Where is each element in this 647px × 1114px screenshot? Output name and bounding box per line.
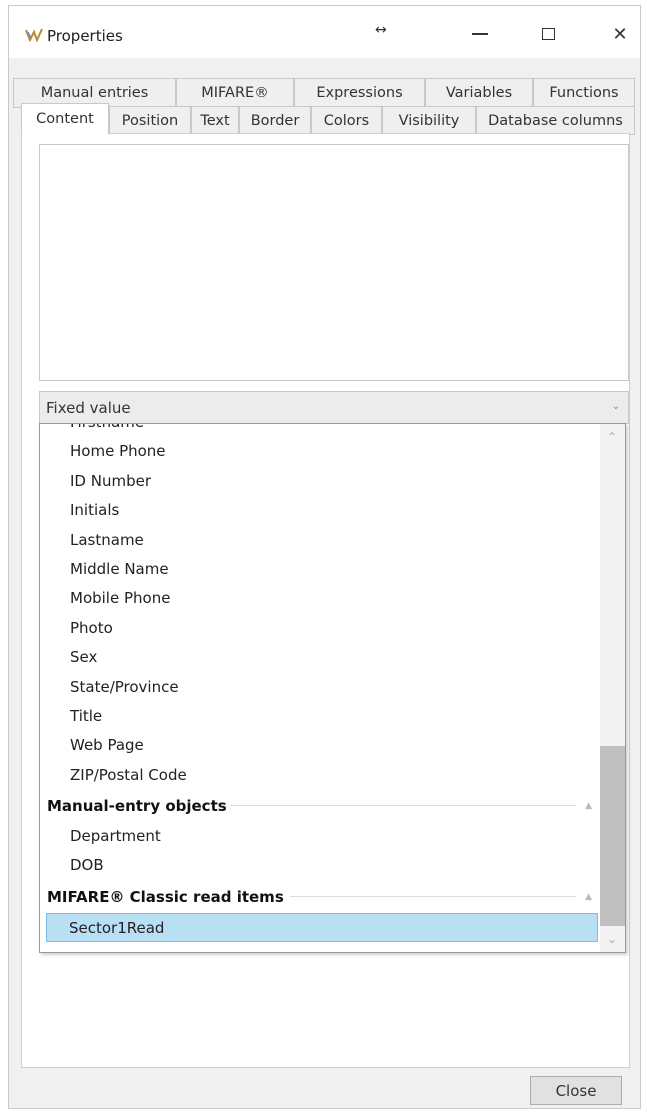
collapse-caret-icon[interactable]: ▲ (585, 881, 592, 913)
group-label: MIFARE® Classic read items (47, 887, 284, 906)
tab-visibility[interactable]: Visibility (382, 106, 476, 135)
minimize-button[interactable] (457, 16, 503, 52)
group-header-manual-entry: Manual-entry objects ▲ (40, 790, 600, 822)
list-item[interactable]: Home Phone (40, 437, 600, 466)
tab-database-columns[interactable]: Database columns (476, 106, 635, 135)
group-header-mifare: MIFARE® Classic read items ▲ (40, 881, 600, 913)
group-label: Manual-entry objects (47, 797, 227, 816)
list-item[interactable]: DOB (40, 851, 600, 880)
list-item[interactable]: ZIP/Postal Code (40, 761, 600, 790)
tab-text[interactable]: Text (191, 106, 239, 135)
close-button[interactable]: Close (530, 1076, 622, 1105)
scroll-down-icon[interactable]: ⌄ (607, 932, 617, 946)
list-item[interactable]: Mobile Phone (40, 584, 600, 613)
list-item[interactable]: Department (40, 822, 600, 851)
tab-position[interactable]: Position (109, 106, 191, 135)
close-window-button[interactable]: ✕ (597, 16, 643, 52)
content-tab-panel: Fixed value ⌄ Firstname Home Phone ID Nu… (21, 133, 630, 1068)
list-item-selected[interactable]: Sector1Read (46, 912, 598, 943)
close-icon: ✕ (612, 23, 628, 45)
list-item[interactable]: Web Page (40, 731, 600, 760)
dropdown-scrollbar[interactable]: ⌃ ⌄ (600, 424, 625, 952)
list-item-firstname[interactable]: Firstname (40, 424, 600, 437)
window-title: Properties (47, 27, 123, 45)
list-item[interactable]: Middle Name (40, 555, 600, 584)
properties-window: Properties ↔ ✕ Manual entries MIFARE® Ex… (8, 5, 641, 1109)
list-item[interactable]: ID Number (40, 467, 600, 496)
dropdown-items: Firstname Home Phone ID Number Initials … (40, 424, 600, 952)
list-item[interactable]: Initials (40, 496, 600, 525)
content-source-select[interactable]: Fixed value ⌄ (39, 391, 629, 424)
tab-expressions[interactable]: Expressions (294, 78, 425, 108)
scroll-up-icon[interactable]: ⌃ (607, 430, 617, 444)
dropdown-list: Firstname Home Phone ID Number Initials … (39, 423, 626, 953)
title-bar: Properties ↔ ✕ (9, 6, 640, 58)
content-textarea[interactable] (39, 144, 629, 381)
minimize-icon (472, 33, 488, 35)
list-item[interactable]: Sex (40, 643, 600, 672)
collapse-caret-icon[interactable]: ▲ (585, 790, 592, 822)
tab-functions[interactable]: Functions (533, 78, 635, 108)
resize-icon: ↔ (375, 22, 387, 38)
scrollbar-thumb[interactable] (600, 746, 625, 926)
list-item[interactable]: Photo (40, 614, 600, 643)
list-item[interactable]: State/Province (40, 673, 600, 702)
app-icon (25, 28, 43, 42)
tab-variables[interactable]: Variables (425, 78, 533, 108)
list-item[interactable]: Title (40, 702, 600, 731)
tab-border[interactable]: Border (239, 106, 311, 135)
list-item[interactable]: Lastname (40, 526, 600, 555)
chevron-down-icon: ⌄ (611, 401, 620, 412)
tab-strip: Manual entries MIFARE® Expressions Varia… (9, 70, 640, 140)
combo-selected-value: Fixed value (46, 399, 131, 417)
maximize-button[interactable] (525, 16, 571, 52)
tab-colors[interactable]: Colors (311, 106, 382, 135)
group-divider (230, 805, 576, 807)
maximize-icon (541, 28, 555, 40)
group-divider (290, 895, 576, 897)
tab-content[interactable]: Content (21, 103, 109, 135)
tab-mifare[interactable]: MIFARE® (176, 78, 294, 108)
